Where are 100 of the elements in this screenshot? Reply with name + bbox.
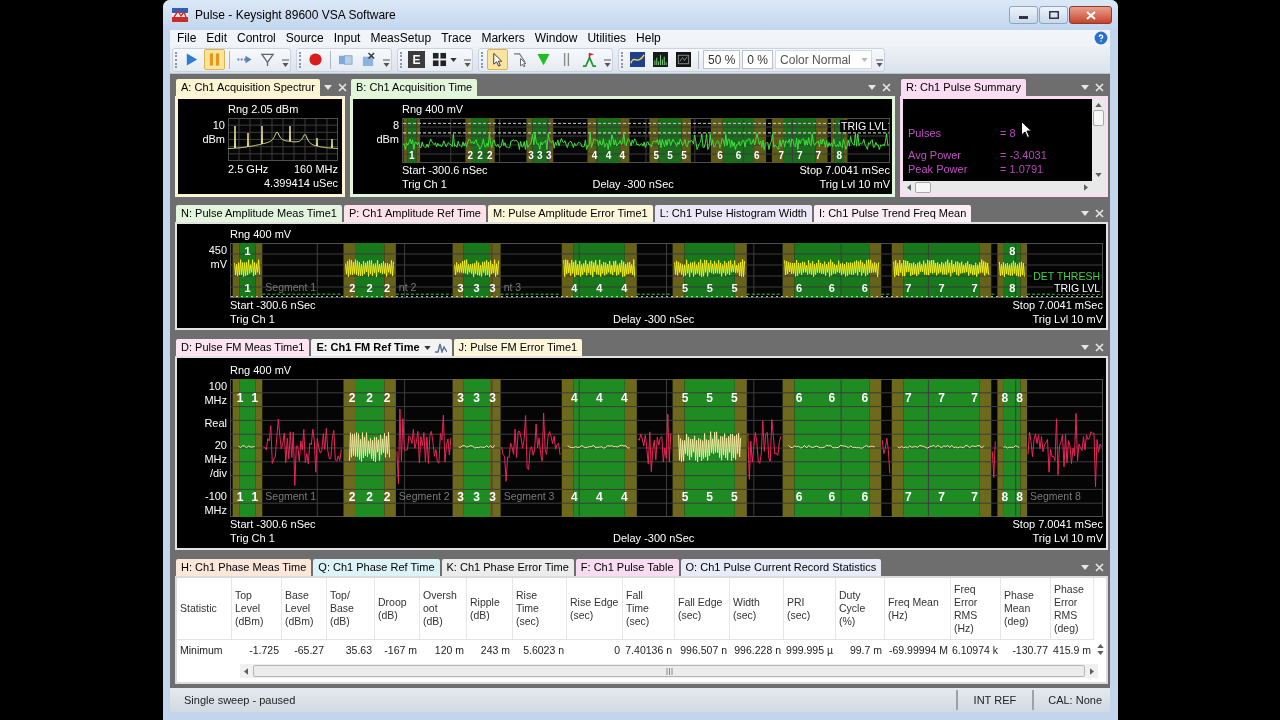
- menu-item[interactable]: Source: [280, 30, 329, 46]
- close-icon[interactable]: [1095, 83, 1104, 92]
- spectrum-display-button[interactable]: [650, 49, 671, 70]
- menu-item[interactable]: Trace: [436, 30, 477, 46]
- summary-label: Pulses: [908, 126, 943, 140]
- pulse-number: 7: [938, 282, 945, 295]
- panel-tab[interactable]: F: Ch1 Pulse Table: [575, 559, 679, 576]
- funnel-icon: [260, 52, 275, 67]
- dropdown-caret-icon[interactable]: [423, 345, 431, 350]
- maximize-button[interactable]: [1039, 6, 1068, 24]
- grid-icon: [432, 52, 447, 67]
- pulse-number: 2: [467, 150, 474, 162]
- overflow-caret-icon[interactable]: [383, 58, 390, 68]
- overflow-caret-icon[interactable]: [464, 58, 471, 68]
- panel-tab[interactable]: R: Ch1 Pulse Summary: [901, 79, 1026, 96]
- spin-down-icon[interactable]: [1096, 651, 1104, 655]
- column-header: Freq Error RMS (Hz): [951, 578, 1001, 639]
- overflow-caret-icon[interactable]: [282, 58, 289, 68]
- dropdown-caret-icon[interactable]: [450, 57, 457, 62]
- scrollbar-thumb[interactable]: [1093, 110, 1104, 126]
- close-icon[interactable]: [1095, 563, 1104, 572]
- menu-item[interactable]: Window: [529, 30, 583, 46]
- menu-item[interactable]: File: [172, 30, 202, 46]
- minimize-button[interactable]: [1009, 6, 1038, 24]
- pulse-number: 7: [904, 391, 912, 405]
- column-header: Base Level (dBm): [282, 578, 327, 639]
- statistic-value: 120 m: [434, 643, 464, 657]
- panel-tab[interactable]: I: Ch1 Pulse Trend Freq Mean: [814, 205, 972, 222]
- pointer-line-icon: [513, 52, 528, 67]
- axis-label: 10 dBm: [202, 118, 225, 146]
- scroll-left-icon[interactable]: [907, 184, 911, 191]
- percent-field[interactable]: 0 %: [742, 50, 774, 69]
- letter-button[interactable]: E: [408, 51, 425, 68]
- pulse-number: 8: [1016, 391, 1023, 405]
- panel-tab[interactable]: J: Pulse FM Error Time1: [453, 339, 583, 356]
- panel-tab[interactable]: E: Ch1 FM Ref Time: [311, 339, 452, 356]
- menu-item[interactable]: Control: [232, 30, 281, 46]
- statistic-value: -130.77: [1012, 643, 1048, 657]
- panel-tab[interactable]: D: Pulse FM Meas Time1: [176, 339, 310, 356]
- pulse-number: 7: [938, 391, 945, 405]
- color-scheme-dropdown[interactable]: Color Normal: [775, 50, 873, 69]
- overflow-caret-icon[interactable]: [604, 58, 611, 68]
- pulse-band: [232, 243, 263, 298]
- close-icon[interactable]: [1095, 209, 1104, 218]
- scroll-right-icon[interactable]: [1084, 184, 1088, 191]
- panel-tab[interactable]: H: Ch1 Phase Meas Time: [176, 559, 312, 576]
- panel-tab[interactable]: B: Ch1 Acquisition Time: [351, 79, 478, 96]
- peak-marker-icon: [582, 52, 597, 67]
- menu-item[interactable]: Help: [631, 30, 666, 46]
- panel-tab[interactable]: M: Pulse Amplitude Error Time1: [487, 205, 653, 222]
- scroll-left-icon[interactable]: [244, 667, 248, 675]
- column-header: Fall Time (sec): [623, 578, 675, 639]
- close-button[interactable]: [1069, 6, 1112, 24]
- window-title: Pulse - Keysight 89600 VSA Software: [195, 8, 396, 22]
- statistic-value: 996.507 n: [680, 643, 727, 657]
- menu-item[interactable]: Markers: [476, 30, 530, 46]
- menu-item[interactable]: Input: [328, 30, 366, 46]
- close-icon[interactable]: [1095, 343, 1104, 352]
- pulse-number: 2: [477, 150, 483, 162]
- waveform-icon[interactable]: [434, 342, 447, 353]
- pulse-number: 1: [244, 245, 251, 258]
- scrollbar-thumb[interactable]: [915, 182, 931, 193]
- pulse-number: 2: [366, 282, 373, 295]
- panel-tab[interactable]: Q: Ch1 Phase Ref Time: [313, 559, 440, 576]
- delay-label: Delay -300 nSec: [613, 312, 695, 326]
- scroll-up-icon[interactable]: [1095, 103, 1102, 107]
- panel-tab[interactable]: N: Pulse Amplitude Meas Time1: [176, 205, 342, 222]
- panel-tab[interactable]: K: Ch1 Phase Error Time: [441, 559, 574, 576]
- pulse-number: 6: [861, 282, 868, 295]
- segment-label: Segment 2: [398, 490, 450, 503]
- close-icon[interactable]: [337, 83, 347, 92]
- panel-tab[interactable]: L: Ch1 Pulse Histogram Width: [654, 205, 812, 222]
- percent-field[interactable]: 50 %: [703, 50, 741, 69]
- panel-tab[interactable]: P: Ch1 Amplitude Ref Time: [343, 205, 486, 222]
- pulse-number: 3: [473, 391, 480, 405]
- scrollbar-thumb[interactable]: [253, 665, 1085, 677]
- vertical-scrollbar[interactable]: [1092, 99, 1105, 181]
- pulse-number: 6: [717, 150, 723, 162]
- menu-item[interactable]: Utilities: [582, 30, 632, 46]
- panel-tab[interactable]: O: Ch1 Pulse Current Record Statistics: [680, 559, 882, 576]
- grip-icon: [665, 667, 673, 675]
- help-icon[interactable]: [1094, 31, 1108, 45]
- pulse-number: 8: [1016, 490, 1023, 504]
- scroll-right-icon[interactable]: [1090, 667, 1094, 675]
- column-header: Statistic: [177, 578, 232, 639]
- dark-display-button[interactable]: [673, 49, 694, 70]
- trace-display-button[interactable]: [627, 49, 648, 70]
- statistic-value: -65.27: [294, 643, 324, 657]
- segment-label: Segment 1: [265, 281, 317, 294]
- menu-item[interactable]: MeasSetup: [365, 30, 437, 46]
- pointer-button[interactable]: [487, 49, 508, 70]
- horizontal-scrollbar[interactable]: [903, 181, 1105, 194]
- menu-item[interactable]: Edit: [201, 30, 233, 46]
- overflow-caret-icon[interactable]: [876, 58, 884, 68]
- panel-tab[interactable]: A: Ch1 Acquisition Spectrur: [176, 79, 320, 96]
- statistic-value: 0: [614, 643, 620, 657]
- scroll-down-icon[interactable]: [1095, 173, 1102, 177]
- spin-up-icon[interactable]: [1096, 644, 1104, 648]
- close-icon[interactable]: [882, 83, 891, 92]
- horizontal-scrollbar[interactable]: [240, 664, 1098, 678]
